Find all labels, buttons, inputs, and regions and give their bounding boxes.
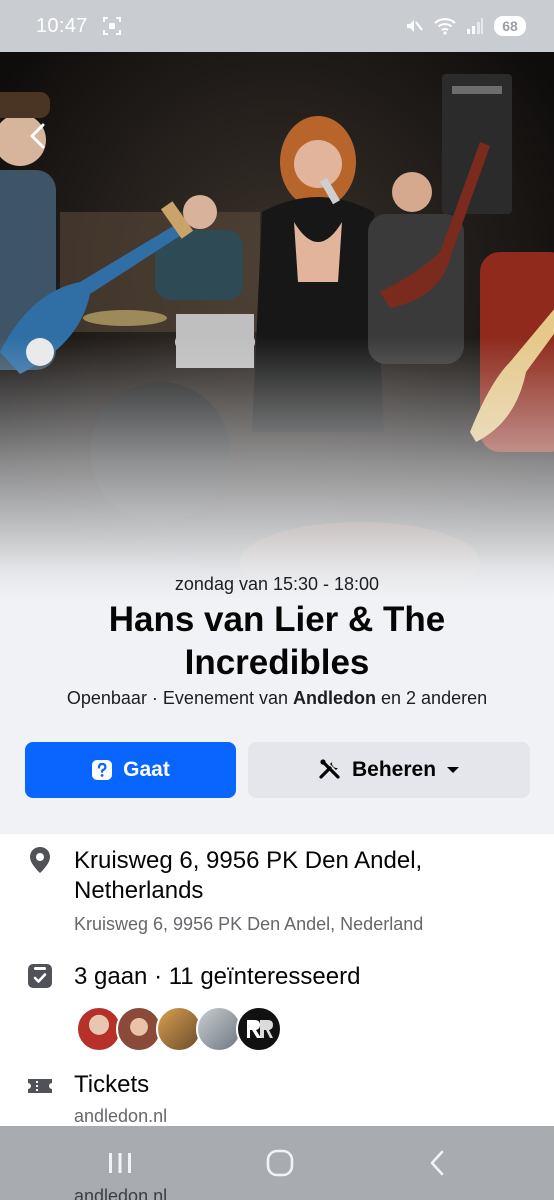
wifi-icon	[434, 18, 456, 35]
event-host-link[interactable]: Andledon	[293, 688, 376, 708]
map-pin-icon	[30, 847, 50, 873]
tickets-link[interactable]: andledon.nl	[74, 1106, 167, 1127]
manage-button[interactable]: Beheren	[248, 742, 530, 798]
caret-down-icon	[447, 767, 460, 773]
attendance-count: 3 gaan · 11 geïnteresseerd	[74, 963, 361, 990]
location-row[interactable]: Kruisweg 6, 9956 PK Den Andel, Netherlan…	[0, 846, 554, 942]
manage-button-label: Beheren	[351, 758, 437, 781]
going-button[interactable]: Gaat	[25, 742, 236, 798]
mute-icon	[407, 20, 423, 32]
event-meta-prefix: Openbaar · Evenement van	[66, 688, 294, 708]
going-button-label: Gaat	[123, 758, 170, 781]
event-meta-suffix[interactable]: en 2 anderen	[376, 688, 487, 708]
tickets-label: Tickets	[74, 1071, 150, 1098]
address-sub: Kruisweg 6, 9956 PK Den Andel, Nederland	[74, 914, 424, 934]
tickets-row[interactable]: Tickets andledon.nl	[0, 1068, 554, 1128]
event-meta: Openbaar · Evenement van Andledon en 2 a…	[0, 688, 554, 709]
event-cover-photo	[0, 52, 554, 600]
attendee-avatars[interactable]	[76, 1006, 282, 1052]
calendar-check-icon	[28, 964, 52, 988]
event-date-time: zondag van 15:30 - 18:00	[174, 574, 380, 594]
recent-apps-icon[interactable]	[107, 1151, 133, 1175]
ticket-icon	[28, 1079, 52, 1093]
status-time: 10:47	[36, 14, 88, 37]
hero-gradient-overlay	[0, 52, 554, 600]
tools-icon	[319, 759, 340, 779]
battery-indicator: 68	[494, 16, 526, 36]
status-bar: 10:47 68	[0, 0, 554, 52]
question-badge-icon	[92, 760, 113, 780]
tickets-link-peek: andledon.nl	[74, 1186, 168, 1200]
band-logo-icon	[247, 1020, 273, 1038]
back-nav-icon[interactable]	[427, 1149, 447, 1177]
chevron-left-icon[interactable]	[24, 120, 52, 152]
address-line-2: Netherlands	[74, 877, 204, 904]
screenshot-icon	[102, 17, 121, 35]
avatar[interactable]	[236, 1006, 282, 1052]
address-line: Kruisweg 6, 9956 PK Den Andel,	[74, 847, 423, 874]
home-icon[interactable]	[266, 1149, 294, 1177]
signal-icon	[467, 18, 483, 34]
event-title: Hans van Lier & The Incredibles	[108, 600, 446, 682]
